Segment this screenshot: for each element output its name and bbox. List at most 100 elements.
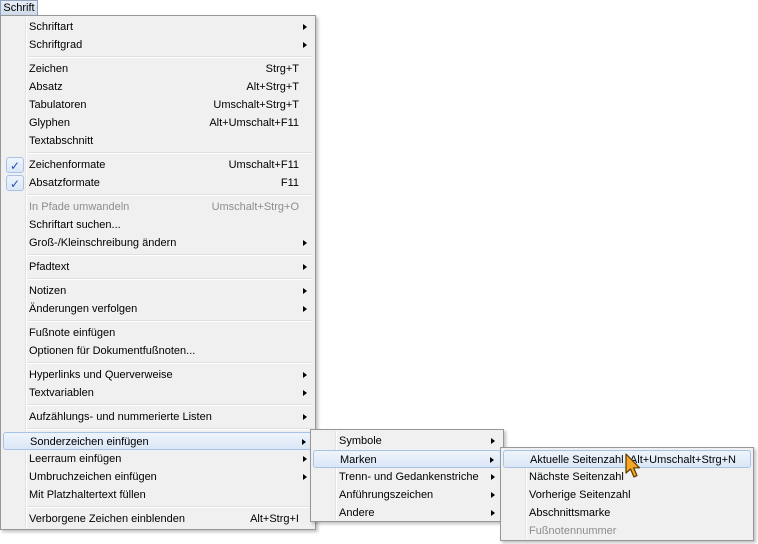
submenu-arrow-icon <box>303 306 307 312</box>
menu-separator <box>28 254 313 256</box>
menu-item-in-pfade-umwandeln: In Pfade umwandeln Umschalt+Strg+O <box>3 198 313 216</box>
menu-item-schriftgrad[interactable]: Schriftgrad <box>3 36 313 54</box>
menu-item-shortcut: F11 <box>280 177 299 189</box>
menu-item-label: Trenn- und Gedankenstriche <box>339 471 479 483</box>
menu-item-textvariablen[interactable]: Textvariablen <box>3 384 313 402</box>
menu-item-absatz[interactable]: Absatz Alt+Strg+T <box>3 78 313 96</box>
menu-item-label: Sonderzeichen einfügen <box>30 436 149 448</box>
submenu-item-andere[interactable]: Andere <box>313 504 501 522</box>
menu-item-label: Anführungszeichen <box>339 489 434 501</box>
menu-item-shortcut: Umschalt+F11 <box>228 159 299 171</box>
checkmark-icon: ✓ <box>6 157 24 173</box>
submenu-item-trenn-und-gedankenstriche[interactable]: Trenn- und Gedankenstriche <box>313 468 501 486</box>
menu-item-hyperlinks-und-querverweise[interactable]: Hyperlinks und Querverweise <box>3 366 313 384</box>
menu-item-label: Marken <box>340 454 377 466</box>
submenu-arrow-icon <box>303 372 307 378</box>
menu-separator <box>28 194 313 196</box>
menu-item-tabulatoren[interactable]: Tabulatoren Umschalt+Strg+T <box>3 96 313 114</box>
submenu-arrow-icon <box>303 414 307 420</box>
menu-item-label: Pfadtext <box>29 261 70 273</box>
menu-separator <box>28 278 313 280</box>
menu-separator <box>28 152 313 154</box>
menu-item-label: Schriftart suchen... <box>29 219 121 231</box>
menu-separator <box>28 320 313 322</box>
menu-item-label: Änderungen verfolgen <box>29 303 138 315</box>
menu-item-zeichenformate[interactable]: ✓ Zeichenformate Umschalt+F11 <box>3 156 313 174</box>
menu-item-label: Mit Platzhaltertext füllen <box>29 489 146 501</box>
menu-separator <box>28 428 313 430</box>
marken-item-fussnotennummer: Fußnotennummer <box>503 522 751 540</box>
menu-item-label: Groß-/Kleinschreibung ändern <box>29 237 177 249</box>
menu-separator <box>28 56 313 58</box>
menu-item-notizen[interactable]: Notizen <box>3 282 313 300</box>
submenu-arrow-icon <box>303 288 307 294</box>
menu-title-schrift[interactable]: Schrift <box>0 0 38 16</box>
menu-item-glyphen[interactable]: Glyphen Alt+Umschalt+F11 <box>3 114 313 132</box>
menu-item-label: Aktuelle Seitenzahl <box>530 454 624 466</box>
menu-item-label: Verborgene Zeichen einblenden <box>29 513 185 525</box>
menu-item-label: Schriftgrad <box>29 39 83 51</box>
menu-item-textabschnitt[interactable]: Textabschnitt <box>3 132 313 150</box>
menu-item-label: Umbruchzeichen einfügen <box>29 471 157 483</box>
menu-item-anderungen-verfolgen[interactable]: Änderungen verfolgen <box>3 300 313 318</box>
menu-item-shortcut: Strg+T <box>265 63 299 75</box>
menu-item-label: Absatzformate <box>29 177 100 189</box>
menu-item-shortcut: Umschalt+Strg+O <box>211 201 299 213</box>
submenu-arrow-icon <box>491 510 495 516</box>
menu-item-label: Hyperlinks und Querverweise <box>29 369 173 381</box>
menu-item-aufzahlungs-und-nummerierte-listen[interactable]: Aufzählungs- und nummerierte Listen <box>3 408 313 426</box>
menu-item-label: Notizen <box>29 285 67 297</box>
menu-item-umbruchzeichen-einfugen[interactable]: Umbruchzeichen einfügen <box>3 468 313 486</box>
menu-item-leerraum-einfugen[interactable]: Leerraum einfügen <box>3 450 313 468</box>
menu-separator <box>28 506 313 508</box>
menu-item-verborgene-zeichen-einblenden[interactable]: Verborgene Zeichen einblenden Alt+Strg+I <box>3 510 313 528</box>
menu-separator <box>28 404 313 406</box>
submenu-item-symbole[interactable]: Symbole <box>313 432 501 450</box>
menu-item-mit-platzhaltertext-fullen[interactable]: Mit Platzhaltertext füllen <box>3 486 313 504</box>
checkmark-icon: ✓ <box>6 175 24 191</box>
submenu-arrow-icon <box>303 42 307 48</box>
menu-item-label: Schriftart <box>29 21 74 33</box>
menu-item-label: Andere <box>339 507 375 519</box>
menu-item-label: Aufzählungs- und nummerierte Listen <box>29 411 212 423</box>
submenu-item-marken[interactable]: Marken <box>313 450 501 468</box>
menu-item-gross-kleinschreibung-andern[interactable]: Groß-/Kleinschreibung ändern <box>3 234 313 252</box>
menu-item-label: Vorherige Seitenzahl <box>529 489 631 501</box>
menu-item-shortcut: Alt+Strg+I <box>250 513 299 525</box>
schrift-menu: Schriftart Schriftgrad Zeichen Strg+T Absatz… <box>0 15 316 530</box>
marken-item-abschnittsmarke[interactable]: Abschnittsmarke <box>503 504 751 522</box>
sonderzeichen-submenu: Symbole Marken Trenn- und Gedankenstriche A… <box>310 429 504 522</box>
menu-item-pfadtext[interactable]: Pfadtext <box>3 258 313 276</box>
submenu-item-anfuhrungszeichen[interactable]: Anführungszeichen <box>313 486 501 504</box>
menu-item-label: Fußnote einfügen <box>29 327 116 339</box>
submenu-arrow-icon <box>302 439 306 445</box>
menu-item-label: Symbole <box>339 435 382 447</box>
submenu-arrow-icon <box>303 264 307 270</box>
menu-item-shortcut: Alt+Strg+T <box>246 81 299 93</box>
menu-item-label: Textabschnitt <box>29 135 94 147</box>
submenu-arrow-icon <box>491 438 495 444</box>
menu-item-shortcut: Alt+Umschalt+Strg+N <box>629 454 736 466</box>
menu-item-label: Zeichenformate <box>29 159 106 171</box>
menu-item-fussnote-einfugen[interactable]: Fußnote einfügen <box>3 324 313 342</box>
menu-item-label: Glyphen <box>29 117 70 129</box>
submenu-arrow-icon <box>490 457 494 463</box>
menu-item-label: Nächste Seitenzahl <box>529 471 624 483</box>
menu-item-label: Tabulatoren <box>29 99 87 111</box>
menu-separator <box>28 362 313 364</box>
menu-item-schriftart-suchen[interactable]: Schriftart suchen... <box>3 216 313 234</box>
menu-item-label: Optionen für Dokumentfußnoten... <box>29 345 196 357</box>
menu-item-absatzformate[interactable]: ✓ Absatzformate F11 <box>3 174 313 192</box>
menu-item-label: Zeichen <box>29 63 69 75</box>
menu-item-label: Leerraum einfügen <box>29 453 122 465</box>
submenu-arrow-icon <box>303 24 307 30</box>
submenu-arrow-icon <box>303 456 307 462</box>
menu-item-sonderzeichen-einfugen[interactable]: Sonderzeichen einfügen <box>3 432 313 450</box>
menu-item-zeichen[interactable]: Zeichen Strg+T <box>3 60 313 78</box>
submenu-arrow-icon <box>303 390 307 396</box>
marken-item-vorherige-seitenzahl[interactable]: Vorherige Seitenzahl <box>503 486 751 504</box>
submenu-arrow-icon <box>303 474 307 480</box>
menu-item-schriftart[interactable]: Schriftart <box>3 18 313 36</box>
menu-item-label: Absatz <box>29 81 63 93</box>
menu-item-optionen-fur-dokumentfussnoten[interactable]: Optionen für Dokumentfußnoten... <box>3 342 313 360</box>
